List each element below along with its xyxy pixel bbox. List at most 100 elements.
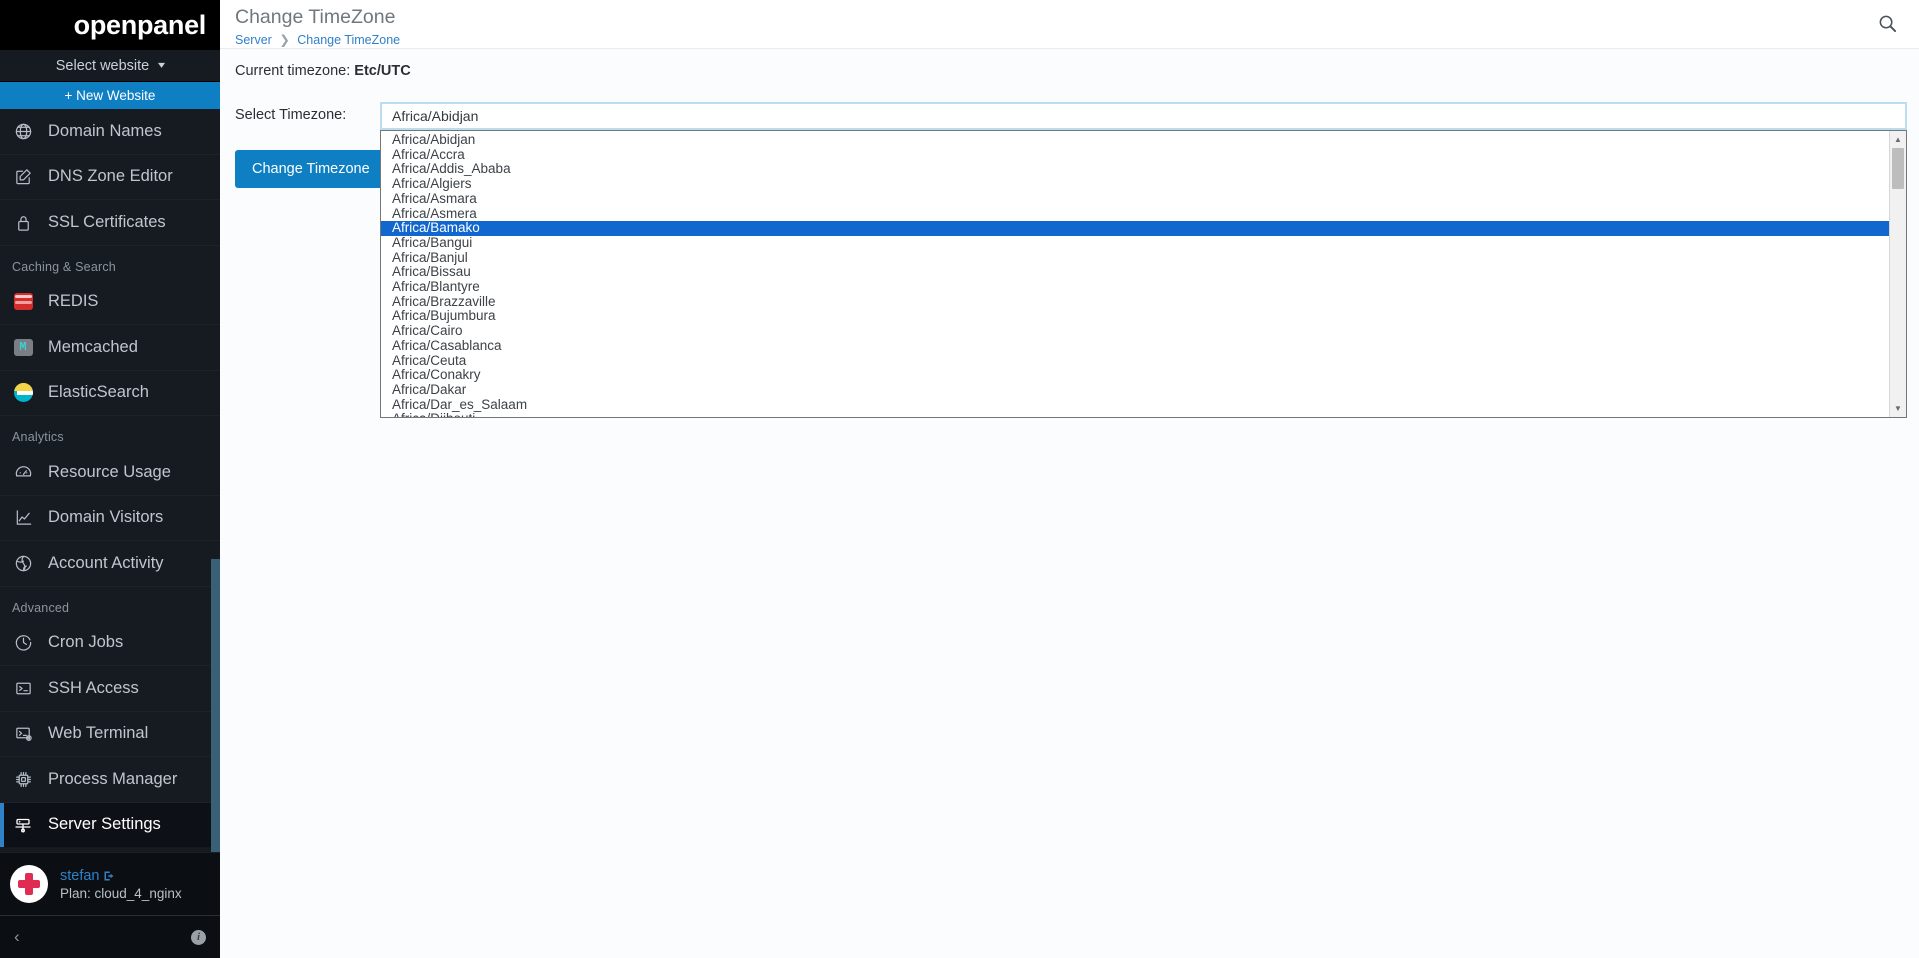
- page-header: Change TimeZone Server ❯ Change TimeZone: [220, 0, 1919, 48]
- web-terminal-icon: [12, 723, 34, 745]
- user-plan: Plan: cloud_4_nginx: [60, 886, 182, 901]
- globe-icon: [12, 120, 34, 142]
- dropdown-option[interactable]: Africa/Accra: [381, 148, 1889, 163]
- sidebar-item-label: Resource Usage: [48, 463, 171, 482]
- page-header-text: Change TimeZone Server ❯ Change TimeZone: [235, 4, 400, 47]
- dropdown-option[interactable]: Africa/Ceuta: [381, 354, 1889, 369]
- dropdown-option[interactable]: Africa/Djibouti: [381, 412, 1889, 417]
- new-website-button[interactable]: + New Website: [0, 82, 220, 109]
- main-content: Change TimeZone Server ❯ Change TimeZone…: [220, 0, 1919, 958]
- brand-name: openpanel: [74, 10, 206, 41]
- sidebar-scrollbar[interactable]: [211, 559, 220, 852]
- sidebar: openpanel Select website ▾ + New Website…: [0, 0, 220, 958]
- page-title: Change TimeZone: [235, 4, 400, 30]
- sidebar-item-redis[interactable]: REDIS: [0, 280, 220, 326]
- globe-shaded-icon: [12, 552, 34, 574]
- dropdown-option[interactable]: Africa/Asmera: [381, 207, 1889, 222]
- sidebar-item-label: Server Settings: [48, 815, 161, 834]
- dropdown-option[interactable]: Africa/Brazzaville: [381, 295, 1889, 310]
- sidebar-item-label: ElasticSearch: [48, 383, 149, 402]
- clock-icon: [12, 632, 34, 654]
- sidebar-item-label: Web Terminal: [48, 724, 148, 743]
- user-name-text: stefan: [60, 868, 100, 884]
- current-timezone: Current timezone: Etc/UTC: [220, 49, 1919, 79]
- dropdown-option[interactable]: Africa/Bangui: [381, 236, 1889, 251]
- content-area: Current timezone: Etc/UTC Select Timezon…: [220, 48, 1919, 958]
- dropdown-option[interactable]: Africa/Conakry: [381, 368, 1889, 383]
- logout-icon[interactable]: [103, 870, 115, 882]
- sidebar-item-label: Cron Jobs: [48, 633, 123, 652]
- sidebar-item-memcached[interactable]: M Memcached: [0, 325, 220, 371]
- dropdown-option[interactable]: Africa/Bissau: [381, 265, 1889, 280]
- sidebar-item-account-activity[interactable]: Account Activity: [0, 541, 220, 587]
- sidebar-item-label: SSL Certificates: [48, 213, 166, 232]
- sidebar-item-cron-jobs[interactable]: Cron Jobs: [0, 621, 220, 667]
- breadcrumb-item-server[interactable]: Server: [235, 33, 272, 47]
- sidebar-group-label: Caching & Search: [0, 246, 220, 280]
- dropdown-scroll-thumb[interactable]: [1892, 148, 1904, 189]
- breadcrumb: Server ❯ Change TimeZone: [235, 32, 400, 47]
- dropdown-option[interactable]: Africa/Dar_es_Salaam: [381, 398, 1889, 413]
- dropdown-option[interactable]: Africa/Abidjan: [381, 133, 1889, 148]
- select-website-label: Select website: [56, 58, 150, 74]
- sidebar-item-ssl-certificates[interactable]: SSL Certificates: [0, 200, 220, 246]
- sidebar-item-server-settings[interactable]: Server Settings: [0, 803, 220, 849]
- memcached-logo-icon: M: [12, 336, 34, 358]
- dropdown-option[interactable]: Africa/Banjul: [381, 251, 1889, 266]
- sidebar-item-domain-names[interactable]: Domain Names: [0, 109, 220, 155]
- current-timezone-value: Etc/UTC: [354, 63, 410, 79]
- gauge-icon: [12, 461, 34, 483]
- sidebar-footer: ‹ i: [0, 915, 220, 958]
- sidebar-nav-list: Domain Names DNS Zone Editor SSL Certifica…: [0, 109, 220, 848]
- dropdown-option[interactable]: Africa/Dakar: [381, 383, 1889, 398]
- dropdown-option[interactable]: Africa/Bamako: [381, 221, 1889, 236]
- timezone-form-row: Select Timezone: Africa/AbidjanAfrica/Ac…: [220, 79, 1919, 130]
- terminal-icon: [12, 677, 34, 699]
- sidebar-item-resource-usage[interactable]: Resource Usage: [0, 450, 220, 496]
- sidebar-item-web-terminal[interactable]: Web Terminal: [0, 712, 220, 758]
- dropdown-scrollbar[interactable]: ▲ ▼: [1889, 131, 1906, 417]
- sidebar-group-label: Advanced: [0, 587, 220, 621]
- collapse-sidebar-icon[interactable]: ‹: [14, 927, 20, 947]
- sidebar-group-label: Analytics: [0, 416, 220, 450]
- dropdown-option[interactable]: Africa/Blantyre: [381, 280, 1889, 295]
- dropdown-option[interactable]: Africa/Casablanca: [381, 339, 1889, 354]
- cpu-icon: [12, 768, 34, 790]
- lock-icon: [12, 211, 34, 233]
- search-icon[interactable]: [1878, 14, 1897, 38]
- sidebar-item-dns-zone-editor[interactable]: DNS Zone Editor: [0, 155, 220, 201]
- new-website-label: + New Website: [65, 88, 156, 103]
- edit-square-icon: [12, 166, 34, 188]
- server-icon: [12, 814, 34, 836]
- sidebar-user-panel[interactable]: stefan Plan: cloud_4_nginx: [0, 852, 220, 915]
- line-chart-icon: [12, 507, 34, 529]
- sidebar-item-label: SSH Access: [48, 679, 139, 698]
- sidebar-item-domain-visitors[interactable]: Domain Visitors: [0, 496, 220, 542]
- dropdown-option[interactable]: Africa/Algiers: [381, 177, 1889, 192]
- sidebar-item-label: REDIS: [48, 292, 98, 311]
- sidebar-item-process-manager[interactable]: Process Manager: [0, 757, 220, 803]
- brand-logo[interactable]: openpanel: [0, 0, 220, 50]
- timezone-option-list[interactable]: Africa/AbidjanAfrica/AccraAfrica/Addis_A…: [381, 131, 1889, 417]
- dropdown-option[interactable]: Africa/Cairo: [381, 324, 1889, 339]
- sidebar-nav: Domain Names DNS Zone Editor SSL Certifica…: [0, 109, 220, 852]
- dropdown-option[interactable]: Africa/Asmara: [381, 192, 1889, 207]
- sidebar-item-label: Domain Visitors: [48, 508, 163, 527]
- info-icon[interactable]: i: [191, 930, 206, 945]
- dropdown-option[interactable]: Africa/Addis_Ababa: [381, 162, 1889, 177]
- timezone-dropdown[interactable]: Africa/AbidjanAfrica/AccraAfrica/Addis_A…: [380, 130, 1907, 418]
- timezone-input[interactable]: [380, 102, 1907, 130]
- sidebar-item-label: DNS Zone Editor: [48, 167, 173, 186]
- scroll-down-arrow-icon[interactable]: ▼: [1890, 401, 1906, 416]
- sidebar-item-ssh-access[interactable]: SSH Access: [0, 666, 220, 712]
- scroll-up-arrow-icon[interactable]: ▲: [1890, 132, 1906, 147]
- change-timezone-button[interactable]: Change Timezone: [235, 150, 387, 188]
- select-website-dropdown[interactable]: Select website ▾: [0, 50, 220, 82]
- dropdown-option[interactable]: Africa/Bujumbura: [381, 309, 1889, 324]
- user-name[interactable]: stefan: [60, 868, 182, 884]
- sidebar-item-label: Memcached: [48, 338, 138, 357]
- elasticsearch-logo-icon: [12, 382, 34, 404]
- sidebar-item-label: Account Activity: [48, 554, 164, 573]
- breadcrumb-item-current[interactable]: Change TimeZone: [297, 33, 400, 47]
- sidebar-item-elasticsearch[interactable]: ElasticSearch: [0, 371, 220, 417]
